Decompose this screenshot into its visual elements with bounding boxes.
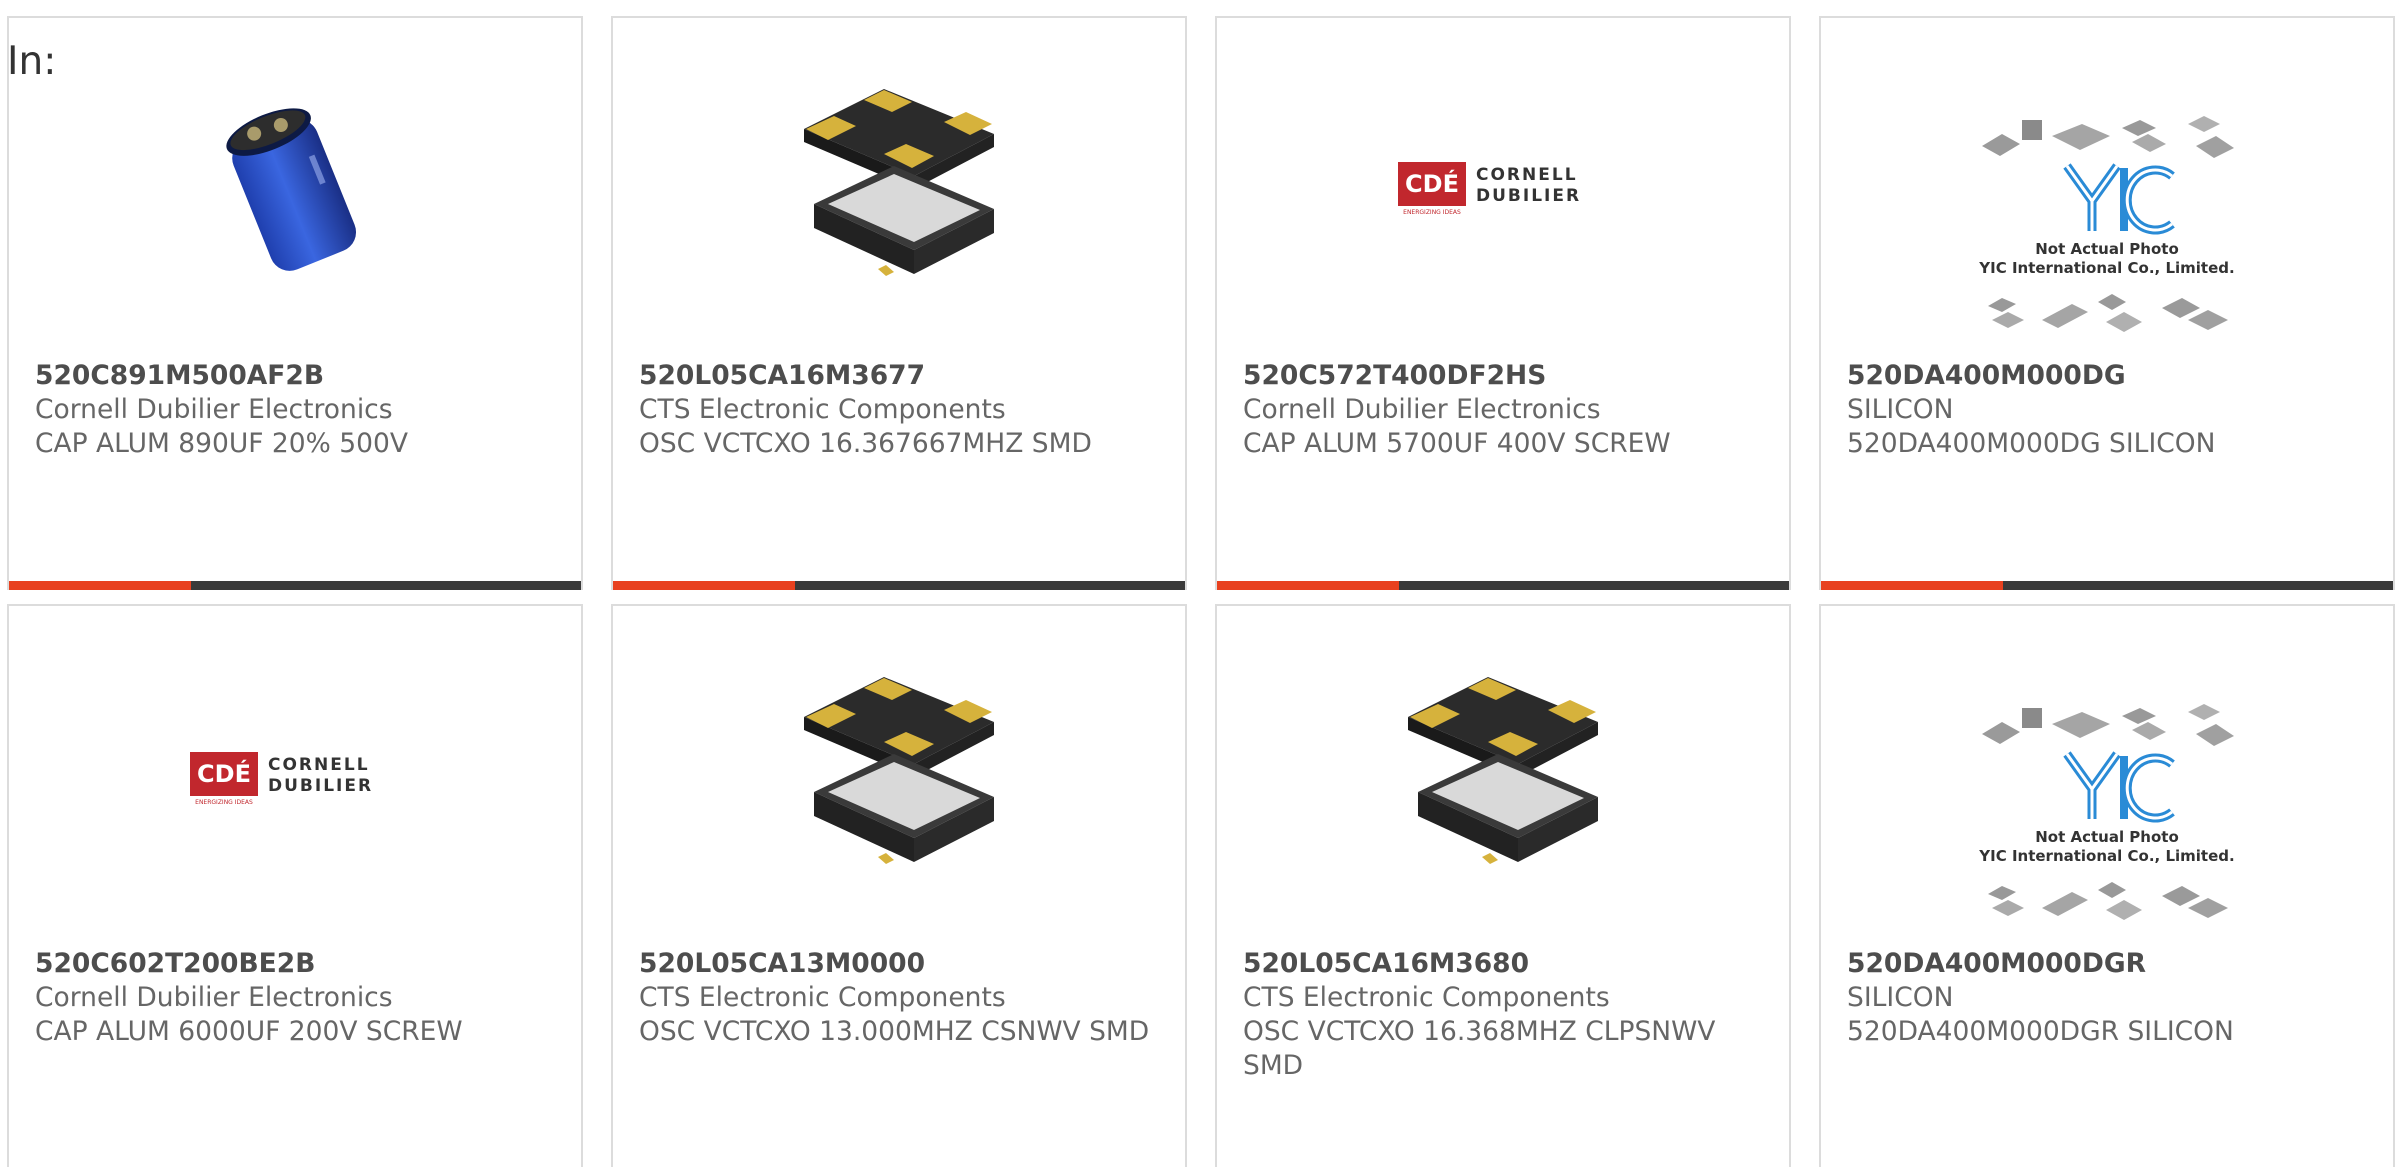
svg-text:Not Actual Photo: Not Actual Photo [2035,828,2179,846]
product-image[interactable]: Not Actual Photo YIC International Co., … [1821,694,2393,934]
manufacturer: CTS Electronic Components [639,394,1006,425]
card-bar-accent [1217,581,1399,590]
svg-text:DUBILIER: DUBILIER [268,776,373,796]
manufacturer: Cornell Dubilier Electronics [1243,394,1601,425]
product-card[interactable]: Not Actual Photo YIC International Co., … [1819,16,2395,590]
cde-logo: CDÉ ENERGIZING IDEAS CORNELL DUBILIER [1398,162,1581,216]
description: OSC VCTCXO 16.368MHZ CLPSNWV SMD [1243,1016,1716,1081]
svg-text:CORNELL: CORNELL [268,755,370,775]
oscillator-photo [1408,677,1598,864]
product-image[interactable] [613,672,1185,877]
description: 520DA400M000DG SILICON [1847,428,2216,459]
svg-text:DUBILIER: DUBILIER [1476,186,1581,206]
oscillator-photo [804,89,994,276]
card-bar [613,581,1185,590]
product-card[interactable]: 520L05CA16M3680 CTS Electronic Component… [1215,604,1791,1167]
card-bar-accent [613,581,795,590]
product-card[interactable]: 520C891M500AF2B Cornell Dubilier Electro… [7,16,583,590]
product-image[interactable] [9,84,581,284]
product-image[interactable] [1217,672,1789,877]
product-card[interactable]: Not Actual Photo YIC International Co., … [1819,604,2395,1167]
product-card[interactable]: CDÉ ENERGIZING IDEAS CORNELL DUBILIER 52… [1215,16,1791,590]
svg-text:YIC International Co., Limited: YIC International Co., Limited. [1978,259,2234,277]
card-bar [9,581,581,590]
description: OSC VCTCXO 13.000MHZ CSNWV SMD [639,1016,1150,1047]
part-number[interactable]: 520C602T200BE2B [35,947,561,981]
product-card[interactable]: 520L05CA13M0000 CTS Electronic Component… [611,604,1187,1167]
description: CAP ALUM 6000UF 200V SCREW [35,1016,463,1047]
manufacturer: CTS Electronic Components [1243,982,1610,1013]
svg-text:CDÉ: CDÉ [197,759,251,788]
product-image[interactable]: CDÉ ENERGIZING IDEAS CORNELL DUBILIER [9,748,581,808]
svg-text:CORNELL: CORNELL [1476,165,1578,185]
in-label: In: [7,39,57,84]
product-card[interactable]: 520L05CA16M3677 CTS Electronic Component… [611,16,1187,590]
yic-placeholder: Not Actual Photo YIC International Co., … [1978,704,2235,920]
svg-text:YIC International Co., Limited: YIC International Co., Limited. [1978,847,2234,865]
part-number[interactable]: 520L05CA13M0000 [639,947,1165,981]
description: OSC VCTCXO 16.367667MHZ SMD [639,428,1092,459]
part-number[interactable]: 520DA400M000DG [1847,359,2373,393]
part-number[interactable]: 520C891M500AF2B [35,359,561,393]
part-number[interactable]: 520C572T400DF2HS [1243,359,1769,393]
svg-text:ENERGIZING IDEAS: ENERGIZING IDEAS [195,799,253,806]
manufacturer: CTS Electronic Components [639,982,1006,1013]
product-image[interactable]: Not Actual Photo YIC International Co., … [1821,106,2393,346]
card-bar [1217,581,1789,590]
manufacturer: Cornell Dubilier Electronics [35,982,393,1013]
svg-text:CDÉ: CDÉ [1405,169,1459,198]
description: CAP ALUM 5700UF 400V SCREW [1243,428,1671,459]
svg-text:Not Actual Photo: Not Actual Photo [2035,240,2179,258]
card-bar-accent [9,581,191,590]
svg-text:ENERGIZING IDEAS: ENERGIZING IDEAS [1403,209,1461,216]
part-number[interactable]: 520DA400M000DGR [1847,947,2373,981]
manufacturer: Cornell Dubilier Electronics [35,394,393,425]
product-image[interactable] [613,84,1185,289]
cde-logo: CDÉ ENERGIZING IDEAS CORNELL DUBILIER [190,752,373,806]
product-image[interactable]: CDÉ ENERGIZING IDEAS CORNELL DUBILIER [1217,158,1789,218]
description: CAP ALUM 890UF 20% 500V [35,428,408,459]
product-card[interactable]: CDÉ ENERGIZING IDEAS CORNELL DUBILIER 52… [7,604,583,1167]
part-number[interactable]: 520L05CA16M3677 [639,359,1165,393]
oscillator-photo [804,677,994,864]
manufacturer: SILICON [1847,394,1954,425]
capacitor-photo [226,108,357,271]
yic-placeholder: Not Actual Photo YIC International Co., … [1978,116,2235,332]
description: 520DA400M000DGR SILICON [1847,1016,2234,1047]
card-bar-accent [1821,581,2003,590]
part-number[interactable]: 520L05CA16M3680 [1243,947,1769,981]
manufacturer: SILICON [1847,982,1954,1013]
card-bar [1821,581,2393,590]
